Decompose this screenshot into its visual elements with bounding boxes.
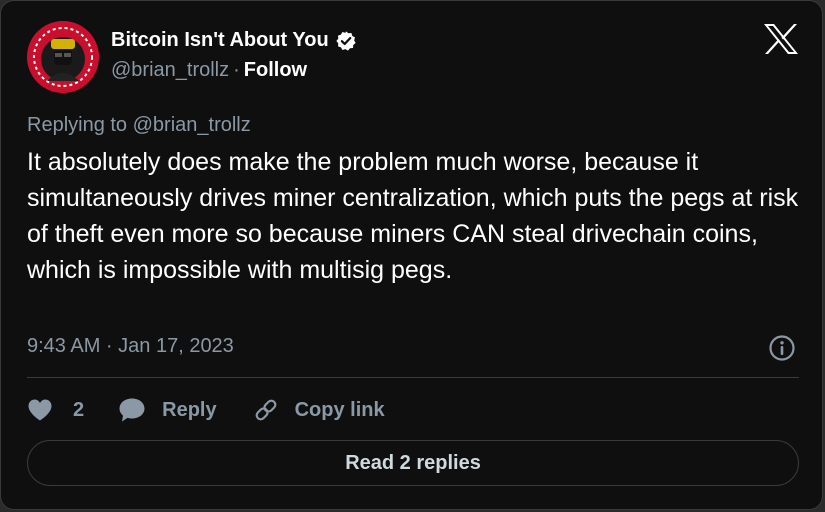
author-handle[interactable]: @brian_trollz (111, 59, 229, 81)
x-logo-icon[interactable] (763, 23, 799, 55)
author-handle-row: @brian_trollz · Follow (111, 59, 307, 82)
follow-button[interactable]: Follow (244, 59, 307, 81)
like-count: 2 (73, 398, 85, 421)
reply-label: Reply (162, 398, 217, 421)
heart-icon (28, 399, 52, 421)
speech-bubble-icon (119, 398, 145, 422)
read-replies-button[interactable]: Read 2 replies (27, 440, 799, 486)
tweet-timestamp[interactable]: 9:43 AM · Jan 17, 2023 (27, 335, 234, 358)
like-button[interactable]: 2 (27, 398, 84, 422)
avatar-image (27, 21, 99, 93)
tweet-text: It absolutely does make the problem much… (27, 148, 799, 284)
divider (27, 377, 799, 378)
author-name[interactable]: Bitcoin Isn't About You (111, 29, 329, 52)
reply-button[interactable]: Reply (118, 397, 217, 423)
link-icon (255, 399, 276, 421)
copy-link-label: Copy link (294, 398, 385, 421)
info-icon[interactable] (768, 334, 796, 362)
separator-dot: · (233, 59, 240, 81)
action-bar: 2 Reply Copy link (27, 395, 385, 425)
verified-badge-icon (336, 30, 356, 51)
author-name-row: Bitcoin Isn't About You (111, 29, 357, 52)
tweet-card: Bitcoin Isn't About You @brian_trollz · Fo… (0, 0, 823, 510)
copy-link-button[interactable]: Copy link (253, 397, 385, 423)
replying-to: Replying to @brian_trollz (27, 114, 251, 136)
avatar[interactable] (27, 21, 99, 93)
